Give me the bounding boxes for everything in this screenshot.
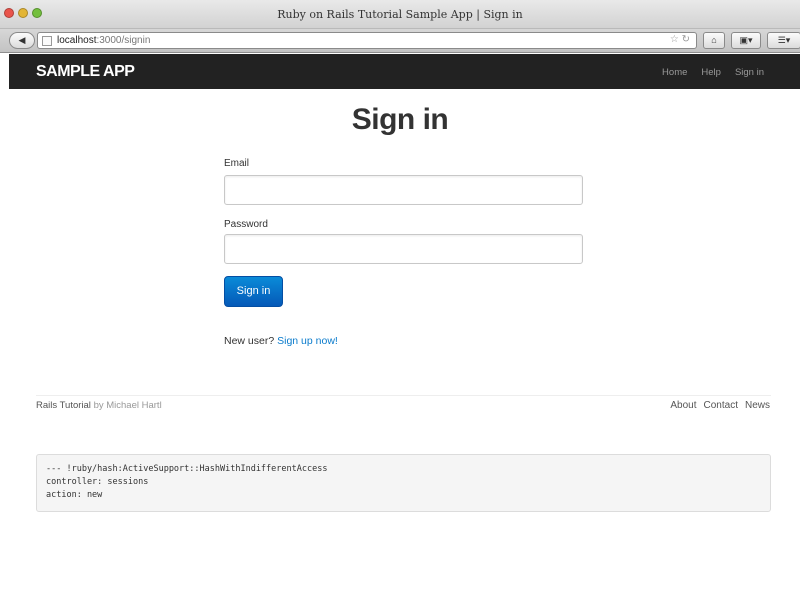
- url-text: localhost:3000/signin: [57, 35, 151, 46]
- new-user-text: New user?: [224, 335, 275, 347]
- url-actions: ☆ ↻: [670, 34, 690, 45]
- menu-icon: ☰▾: [777, 35, 791, 45]
- page-title: Sign in: [351, 103, 449, 136]
- new-user-prompt: New user? Sign up now!: [224, 335, 338, 347]
- reload-icon[interactable]: ↻: [682, 34, 690, 45]
- home-button[interactable]: ⌂: [703, 32, 725, 49]
- debug-line: controller: sessions: [46, 477, 149, 487]
- email-field[interactable]: [224, 175, 583, 205]
- footer-divider: [36, 395, 771, 396]
- star-icon[interactable]: ☆: [670, 34, 679, 45]
- browser-toolbar: ◀ localhost:3000/signin ☆ ↻ ⌂ ▣▾ ☰▾: [0, 29, 800, 53]
- sign-up-link[interactable]: Sign up now!: [277, 335, 338, 347]
- page-content: Sign in Email Password Sign in New user?…: [9, 89, 800, 589]
- footer-by: by: [93, 400, 104, 411]
- footer-site-link[interactable]: Rails Tutorial: [36, 400, 91, 411]
- email-label: Email: [224, 158, 250, 169]
- footer-credit: Rails Tutorial by Michael Hartl: [36, 400, 162, 411]
- footer-link-contact[interactable]: Contact: [704, 400, 738, 411]
- brand-logo[interactable]: SAMPLE APP: [36, 63, 135, 81]
- window-icon: ▣▾: [739, 35, 753, 45]
- nav-link-help[interactable]: Help: [701, 67, 721, 78]
- tabs-button[interactable]: ▣▾: [731, 32, 761, 49]
- footer-link-about[interactable]: About: [670, 400, 696, 411]
- sign-in-button[interactable]: Sign in: [224, 276, 283, 307]
- home-icon: ⌂: [711, 35, 717, 45]
- nav-link-home[interactable]: Home: [662, 67, 687, 78]
- more-button[interactable]: ☰▾: [767, 32, 800, 49]
- address-bar[interactable]: localhost:3000/signin ☆ ↻: [37, 32, 697, 49]
- app-navbar: SAMPLE APP Home Help Sign in: [9, 54, 800, 89]
- password-label: Password: [224, 219, 268, 230]
- window-title: Ruby on Rails Tutorial Sample App | Sign…: [277, 8, 523, 21]
- password-field[interactable]: [224, 234, 583, 264]
- footer-link-news[interactable]: News: [745, 400, 770, 411]
- back-button[interactable]: ◀: [9, 32, 35, 49]
- back-arrow-icon: ◀: [18, 35, 26, 45]
- debug-line: action: new: [46, 490, 103, 500]
- footer-author-link[interactable]: Michael Hartl: [106, 400, 161, 411]
- nav-links: Home Help Sign in: [662, 67, 764, 78]
- debug-info: --- !ruby/hash:ActiveSupport::HashWithIn…: [36, 454, 771, 512]
- nav-link-sign-in[interactable]: Sign in: [735, 67, 764, 78]
- browser-titlebar: Ruby on Rails Tutorial Sample App | Sign…: [0, 0, 800, 29]
- debug-line: --- !ruby/hash:ActiveSupport::HashWithIn…: [46, 464, 328, 474]
- page-icon: [42, 36, 52, 46]
- footer-links: About Contact News: [670, 400, 770, 411]
